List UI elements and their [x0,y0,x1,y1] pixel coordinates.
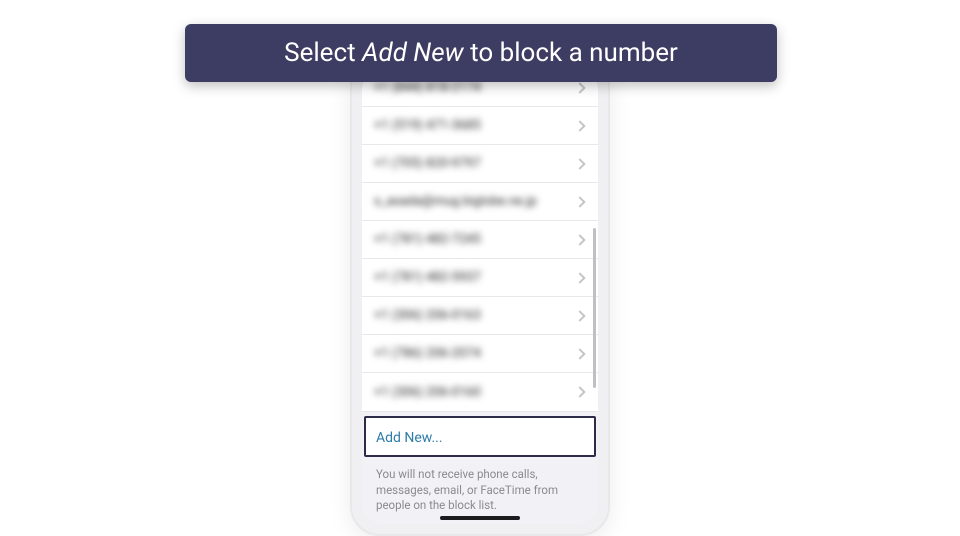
table-row[interactable]: +1 (781) 482-5937 [362,259,598,297]
chevron-right-icon [574,158,585,169]
scroll-indicator[interactable] [593,228,596,388]
table-row[interactable]: +1 (306) 206-0163 [362,297,598,335]
phone-frame: +1 (844) 818-2174 +1 (519) 471-3685 +1 (… [350,56,610,536]
chevron-right-icon [574,196,585,207]
blocked-contact-label: +1 (306) 206-0160 [374,385,576,400]
chevron-right-icon [574,234,585,245]
table-row[interactable]: +1 (519) 471-3685 [362,107,598,145]
table-row[interactable]: s_asada@mug.biglobe.ne.jp [362,183,598,221]
blocked-contact-label: +1 (844) 818-2174 [374,80,576,95]
chevron-right-icon [574,120,585,131]
banner-prefix: Select [284,38,362,68]
chevron-right-icon [574,310,585,321]
blocked-contact-label: +1 (781) 482-5937 [374,270,576,285]
instruction-banner: Select Add New to block a number [185,24,777,82]
add-new-label: Add New... [376,430,443,446]
table-row[interactable]: +1 (781) 482-7245 [362,221,598,259]
blocked-contact-label: +1 (781) 482-7245 [374,232,576,247]
chevron-right-icon [574,348,585,359]
add-new-button[interactable]: Add New... [364,416,596,457]
table-row[interactable]: +1 (705) 820-9797 [362,145,598,183]
blocked-contact-label: +1 (306) 206-0163 [374,308,576,323]
banner-suffix: to block a number [464,38,678,68]
blocked-contact-label: +1 (705) 820-9797 [374,156,576,171]
chevron-right-icon [574,82,585,93]
blocked-contact-label: s_asada@mug.biglobe.ne.jp [374,194,576,209]
block-list-footer: You will not receive phone calls, messag… [362,457,598,514]
banner-emph: Add New [362,38,464,68]
table-row[interactable]: +1 (786) 206-2074 [362,335,598,373]
blocked-contacts-list: +1 (844) 818-2174 +1 (519) 471-3685 +1 (… [362,68,598,412]
chevron-right-icon [574,386,585,397]
blocked-contact-label: +1 (786) 206-2074 [374,346,576,361]
home-indicator[interactable] [440,516,520,520]
blocked-contact-label: +1 (519) 471-3685 [374,118,576,133]
chevron-right-icon [574,272,585,283]
table-row[interactable]: +1 (306) 206-0160 [362,373,598,411]
phone-screen: +1 (844) 818-2174 +1 (519) 471-3685 +1 (… [362,68,598,524]
